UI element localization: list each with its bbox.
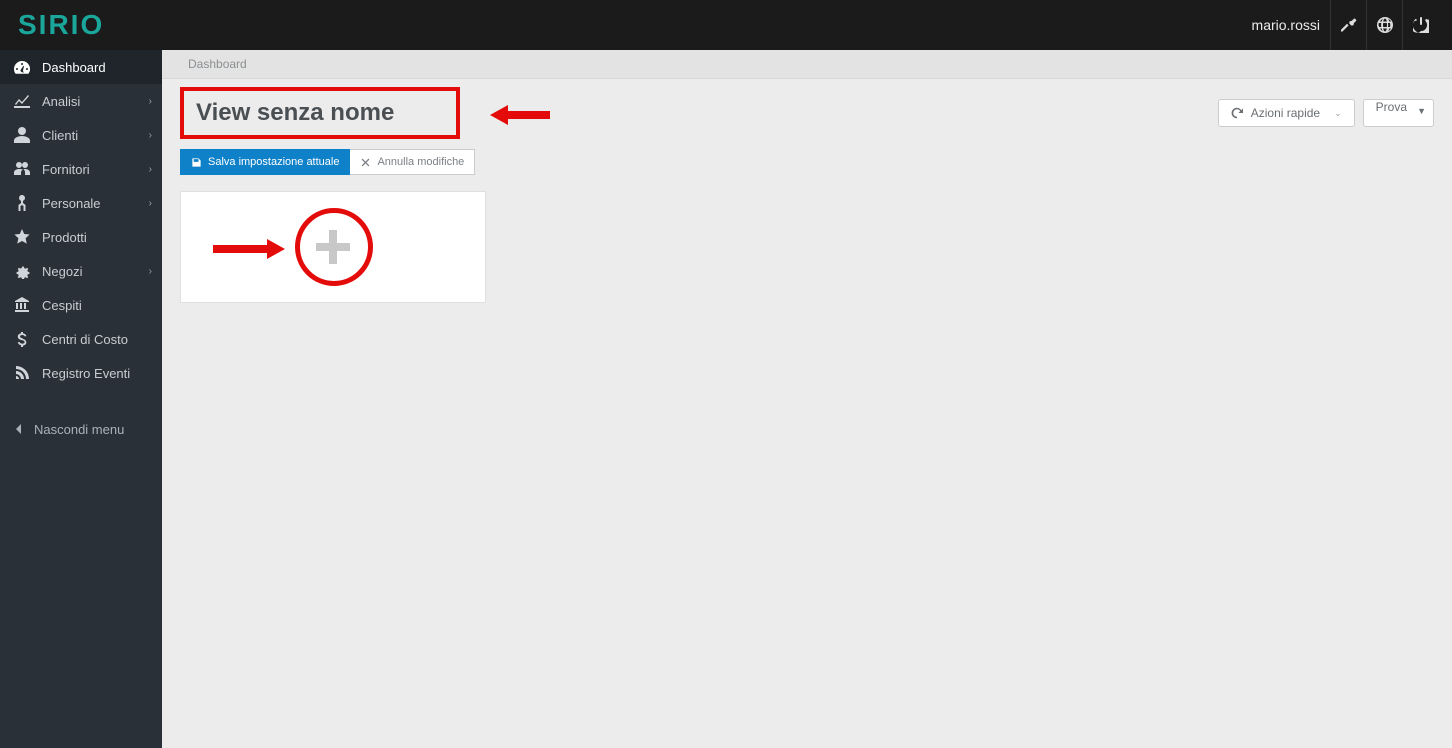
refresh-icon <box>1231 107 1243 119</box>
view-selector-value: Prova <box>1363 99 1434 127</box>
person-icon <box>14 195 30 211</box>
nav-dashboard[interactable]: Dashboard <box>0 50 162 84</box>
nav-label: Analisi <box>42 94 80 109</box>
current-user[interactable]: mario.rossi <box>1242 17 1330 33</box>
topbar: SIRIO mario.rossi <box>0 0 1452 50</box>
breadcrumb-item: Dashboard <box>188 57 247 71</box>
annotation-arrow-icon <box>490 103 550 127</box>
header-buttons: Azioni rapide ⌄ Prova <box>1218 99 1434 127</box>
nav-cespiti[interactable]: Cespiti <box>0 288 162 322</box>
nav-label: Personale <box>42 196 101 211</box>
chevron-right-icon: › <box>149 96 152 107</box>
nav-label: Cespiti <box>42 298 82 313</box>
gear-icon <box>14 263 30 279</box>
power-icon[interactable] <box>1402 0 1438 50</box>
page-title-wrap: View senza nome <box>180 87 460 139</box>
save-icon <box>191 157 202 168</box>
brand-logo[interactable]: SIRIO <box>0 0 104 50</box>
rss-icon <box>14 365 30 381</box>
nav-negozi[interactable]: Negozi › <box>0 254 162 288</box>
hide-menu-button[interactable]: Nascondi menu <box>0 412 162 446</box>
breadcrumb[interactable]: Dashboard <box>162 50 1452 79</box>
brand-text: SIRIO <box>18 9 104 41</box>
hide-menu-label: Nascondi menu <box>34 422 124 437</box>
wrench-icon[interactable] <box>1330 0 1366 50</box>
nav-label: Prodotti <box>42 230 87 245</box>
nav-clienti[interactable]: Clienti › <box>0 118 162 152</box>
nav-centri-costo[interactable]: Centri di Costo <box>0 322 162 356</box>
nav-label: Negozi <box>42 264 82 279</box>
columns-icon <box>14 297 30 313</box>
user-icon <box>14 127 30 143</box>
nav-analisi[interactable]: Analisi › <box>0 84 162 118</box>
cancel-changes-button[interactable]: Annulla modifiche <box>350 149 475 175</box>
save-layout-button[interactable]: Salva impostazione attuale <box>180 149 350 175</box>
quick-actions-label: Azioni rapide <box>1251 106 1320 120</box>
close-icon <box>360 157 371 168</box>
dashboard-icon <box>14 59 30 75</box>
dollar-icon <box>14 331 30 347</box>
toolbar: Salva impostazione attuale Annulla modif… <box>180 149 1452 175</box>
sidebar: Dashboard Analisi › Clienti › Fornitori … <box>0 50 162 748</box>
nav-personale[interactable]: Personale › <box>0 186 162 220</box>
chevron-right-icon: › <box>149 198 152 209</box>
save-label: Salva impostazione attuale <box>208 156 339 168</box>
plus-icon <box>305 219 361 275</box>
nav-label: Centri di Costo <box>42 332 128 347</box>
star-icon <box>14 229 30 245</box>
content-area: Dashboard View senza nome Azioni rapide … <box>162 50 1452 748</box>
nav-label: Fornitori <box>42 162 90 177</box>
topbar-right: mario.rossi <box>1242 0 1438 50</box>
page-title[interactable]: View senza nome <box>180 87 460 139</box>
chevron-left-icon <box>14 424 24 434</box>
add-widget-card[interactable] <box>180 191 486 303</box>
chevron-right-icon: › <box>149 266 152 277</box>
nav-label: Clienti <box>42 128 78 143</box>
users-icon <box>14 161 30 177</box>
page-header: View senza nome Azioni rapide ⌄ Prova <box>162 79 1452 139</box>
view-selector[interactable]: Prova <box>1363 99 1434 127</box>
nav-fornitori[interactable]: Fornitori › <box>0 152 162 186</box>
chevron-down-icon: ⌄ <box>1334 108 1342 119</box>
globe-icon[interactable] <box>1366 0 1402 50</box>
nav-label: Registro Eventi <box>42 366 130 381</box>
chevron-right-icon: › <box>149 164 152 175</box>
nav-label: Dashboard <box>42 60 106 75</box>
nav-prodotti[interactable]: Prodotti <box>0 220 162 254</box>
quick-actions-button[interactable]: Azioni rapide ⌄ <box>1218 99 1355 127</box>
chevron-right-icon: › <box>149 130 152 141</box>
nav-registro-eventi[interactable]: Registro Eventi <box>0 356 162 390</box>
cancel-label: Annulla modifiche <box>377 156 464 168</box>
chart-icon <box>14 93 30 109</box>
annotation-arrow-icon <box>213 238 285 260</box>
